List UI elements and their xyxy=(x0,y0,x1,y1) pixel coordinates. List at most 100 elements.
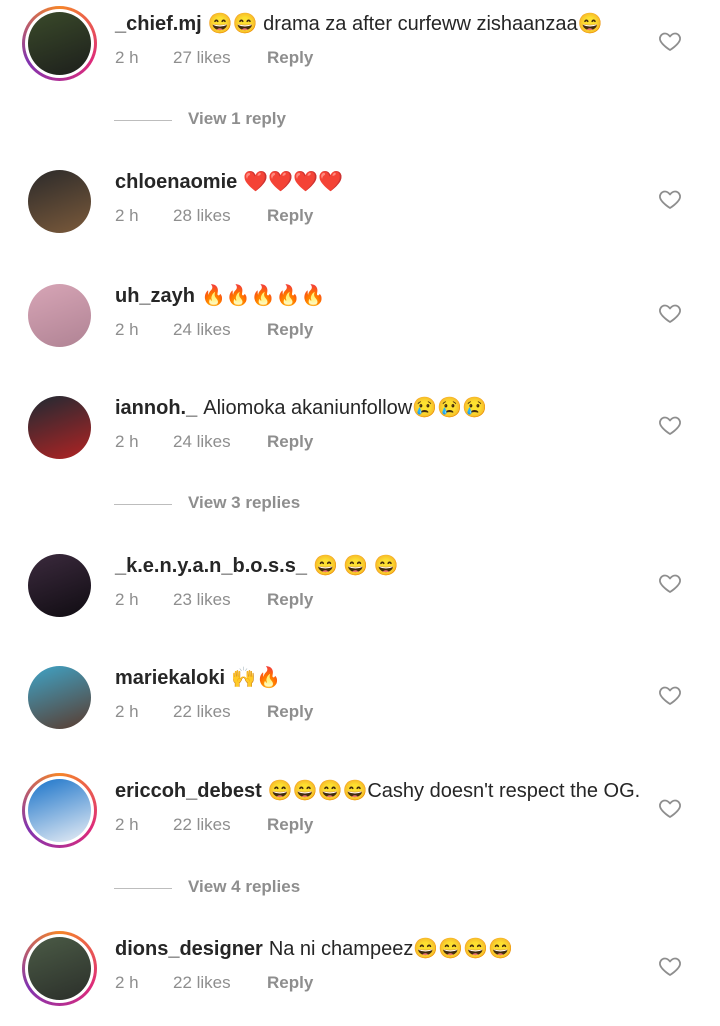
comment-text: Na ni champeez😄😄😄😄 xyxy=(268,938,513,960)
view-replies-link[interactable]: View 4 replies xyxy=(114,877,414,901)
reply-button[interactable]: Reply xyxy=(267,320,313,340)
story-ring[interactable] xyxy=(22,6,97,81)
comment-time: 2 h xyxy=(115,590,139,609)
comment-text: 🔥🔥🔥🔥🔥 xyxy=(201,285,326,307)
comment-body: uh_zayh 🔥🔥🔥🔥🔥 2 h 24 likes Reply xyxy=(115,282,640,340)
heart-icon[interactable] xyxy=(658,29,682,53)
comment-line: _k.e.n.y.a.n_b.o.s.s_ 😄 😄 😄 xyxy=(115,552,640,580)
comment-text: Aliomoka akaniunfollow😢😢😢 xyxy=(203,397,487,419)
view-replies-link[interactable]: View 3 replies xyxy=(114,493,414,517)
comment-item: mariekaloki 🙌🔥 2 h 22 likes Reply xyxy=(0,662,720,752)
comment-username[interactable]: _k.e.n.y.a.n_b.o.s.s_ xyxy=(115,555,307,577)
comment-meta: 2 h 24 likes Reply xyxy=(115,432,640,452)
replies-divider xyxy=(114,504,172,505)
comment-text: 🙌🔥 xyxy=(231,667,281,689)
replies-divider xyxy=(114,888,172,889)
replies-divider xyxy=(114,120,172,121)
comment-meta: 2 h 28 likes Reply xyxy=(115,206,640,226)
view-replies-label[interactable]: View 4 replies xyxy=(188,877,300,897)
comment-item: _chief.mj 😄😄 drama za after curfeww zisha… xyxy=(0,6,720,98)
comment-text: 😄😄😄😄Cashy doesn't respect the OG. xyxy=(267,780,641,802)
comment-username[interactable]: uh_zayh xyxy=(115,285,195,307)
comment-text: 😄😄 drama za after curfeww zishaanzaa😄 xyxy=(207,13,603,35)
comment-time: 2 h xyxy=(115,432,139,451)
view-replies-label[interactable]: View 3 replies xyxy=(188,493,300,513)
story-ring[interactable] xyxy=(22,773,97,848)
comment-item: chloenaomie ❤️❤️❤️❤️ 2 h 28 likes Reply xyxy=(0,166,720,256)
heart-icon[interactable] xyxy=(658,954,682,978)
comment-text: 😄 😄 😄 xyxy=(312,555,399,577)
comment-item: _k.e.n.y.a.n_b.o.s.s_ 😄 😄 😄 2 h 23 likes Re… xyxy=(0,550,720,640)
comment-item: iannoh._ Aliomoka akaniunfollow😢😢😢 2 h 24 … xyxy=(0,392,720,482)
view-replies-label[interactable]: View 1 reply xyxy=(188,109,286,129)
view-replies-link[interactable]: View 1 reply xyxy=(114,109,414,133)
comment-body: ericcoh_debest 😄😄😄😄Cashy doesn't respect … xyxy=(115,777,640,835)
comment-likes[interactable]: 24 likes xyxy=(173,320,267,340)
reply-button[interactable]: Reply xyxy=(267,702,313,722)
comment-line: mariekaloki 🙌🔥 xyxy=(115,664,640,692)
comment-body: chloenaomie ❤️❤️❤️❤️ 2 h 28 likes Reply xyxy=(115,168,640,226)
comment-time: 2 h xyxy=(115,815,139,834)
avatar[interactable] xyxy=(28,12,91,75)
comment-line: chloenaomie ❤️❤️❤️❤️ xyxy=(115,168,640,196)
comment-username[interactable]: ericcoh_debest xyxy=(115,780,262,802)
comment-time: 2 h xyxy=(115,206,139,225)
comment-username[interactable]: mariekaloki xyxy=(115,667,225,689)
reply-button[interactable]: Reply xyxy=(267,432,313,452)
comment-body: dions_designer Na ni champeez😄😄😄😄 2 h 22 l… xyxy=(115,935,640,993)
story-ring[interactable] xyxy=(22,931,97,1006)
avatar[interactable] xyxy=(28,554,91,617)
comment-username[interactable]: chloenaomie xyxy=(115,171,237,193)
comment-item: uh_zayh 🔥🔥🔥🔥🔥 2 h 24 likes Reply xyxy=(0,280,720,370)
comment-likes[interactable]: 24 likes xyxy=(173,432,267,452)
comment-meta: 2 h 22 likes Reply xyxy=(115,973,640,993)
reply-button[interactable]: Reply xyxy=(267,48,313,68)
comment-username[interactable]: _chief.mj xyxy=(115,13,202,35)
comment-username[interactable]: iannoh._ xyxy=(115,397,197,419)
comment-body: _chief.mj 😄😄 drama za after curfeww zisha… xyxy=(115,10,640,68)
comment-body: iannoh._ Aliomoka akaniunfollow😢😢😢 2 h 24 … xyxy=(115,394,640,452)
comment-meta: 2 h 22 likes Reply xyxy=(115,815,640,835)
reply-button[interactable]: Reply xyxy=(267,973,313,993)
comment-likes[interactable]: 22 likes xyxy=(173,702,267,722)
heart-icon[interactable] xyxy=(658,571,682,595)
comment-likes[interactable]: 23 likes xyxy=(173,590,267,610)
avatar[interactable] xyxy=(28,284,91,347)
comment-body: _k.e.n.y.a.n_b.o.s.s_ 😄 😄 😄 2 h 23 likes Re… xyxy=(115,552,640,610)
reply-button[interactable]: Reply xyxy=(267,590,313,610)
comment-likes[interactable]: 22 likes xyxy=(173,973,267,993)
comment-meta: 2 h 27 likes Reply xyxy=(115,48,640,68)
heart-icon[interactable] xyxy=(658,683,682,707)
comment-line: dions_designer Na ni champeez😄😄😄😄 xyxy=(115,935,640,963)
comment-line: uh_zayh 🔥🔥🔥🔥🔥 xyxy=(115,282,640,310)
comment-time: 2 h xyxy=(115,320,139,339)
comment-likes[interactable]: 27 likes xyxy=(173,48,267,68)
heart-icon[interactable] xyxy=(658,413,682,437)
comment-username[interactable]: dions_designer xyxy=(115,938,263,960)
avatar[interactable] xyxy=(28,937,91,1000)
comment-line: _chief.mj 😄😄 drama za after curfeww zisha… xyxy=(115,10,640,38)
comment-line: ericcoh_debest 😄😄😄😄Cashy doesn't respect … xyxy=(115,777,640,805)
comment-likes[interactable]: 28 likes xyxy=(173,206,267,226)
comment-time: 2 h xyxy=(115,702,139,721)
heart-icon[interactable] xyxy=(658,796,682,820)
comment-text: ❤️❤️❤️❤️ xyxy=(243,171,343,193)
comment-meta: 2 h 24 likes Reply xyxy=(115,320,640,340)
reply-button[interactable]: Reply xyxy=(267,206,313,226)
comment-meta: 2 h 22 likes Reply xyxy=(115,702,640,722)
avatar[interactable] xyxy=(28,666,91,729)
comment-time: 2 h xyxy=(115,48,139,67)
avatar[interactable] xyxy=(28,396,91,459)
comment-time: 2 h xyxy=(115,973,139,992)
reply-button[interactable]: Reply xyxy=(267,815,313,835)
comment-meta: 2 h 23 likes Reply xyxy=(115,590,640,610)
comment-likes[interactable]: 22 likes xyxy=(173,815,267,835)
heart-icon[interactable] xyxy=(658,187,682,211)
comment-line: iannoh._ Aliomoka akaniunfollow😢😢😢 xyxy=(115,394,640,422)
comment-item: ericcoh_debest 😄😄😄😄Cashy doesn't respect … xyxy=(0,773,720,865)
heart-icon[interactable] xyxy=(658,301,682,325)
avatar[interactable] xyxy=(28,170,91,233)
comment-item: dions_designer Na ni champeez😄😄😄😄 2 h 22 l… xyxy=(0,931,720,1023)
comment-body: mariekaloki 🙌🔥 2 h 22 likes Reply xyxy=(115,664,640,722)
avatar[interactable] xyxy=(28,779,91,842)
